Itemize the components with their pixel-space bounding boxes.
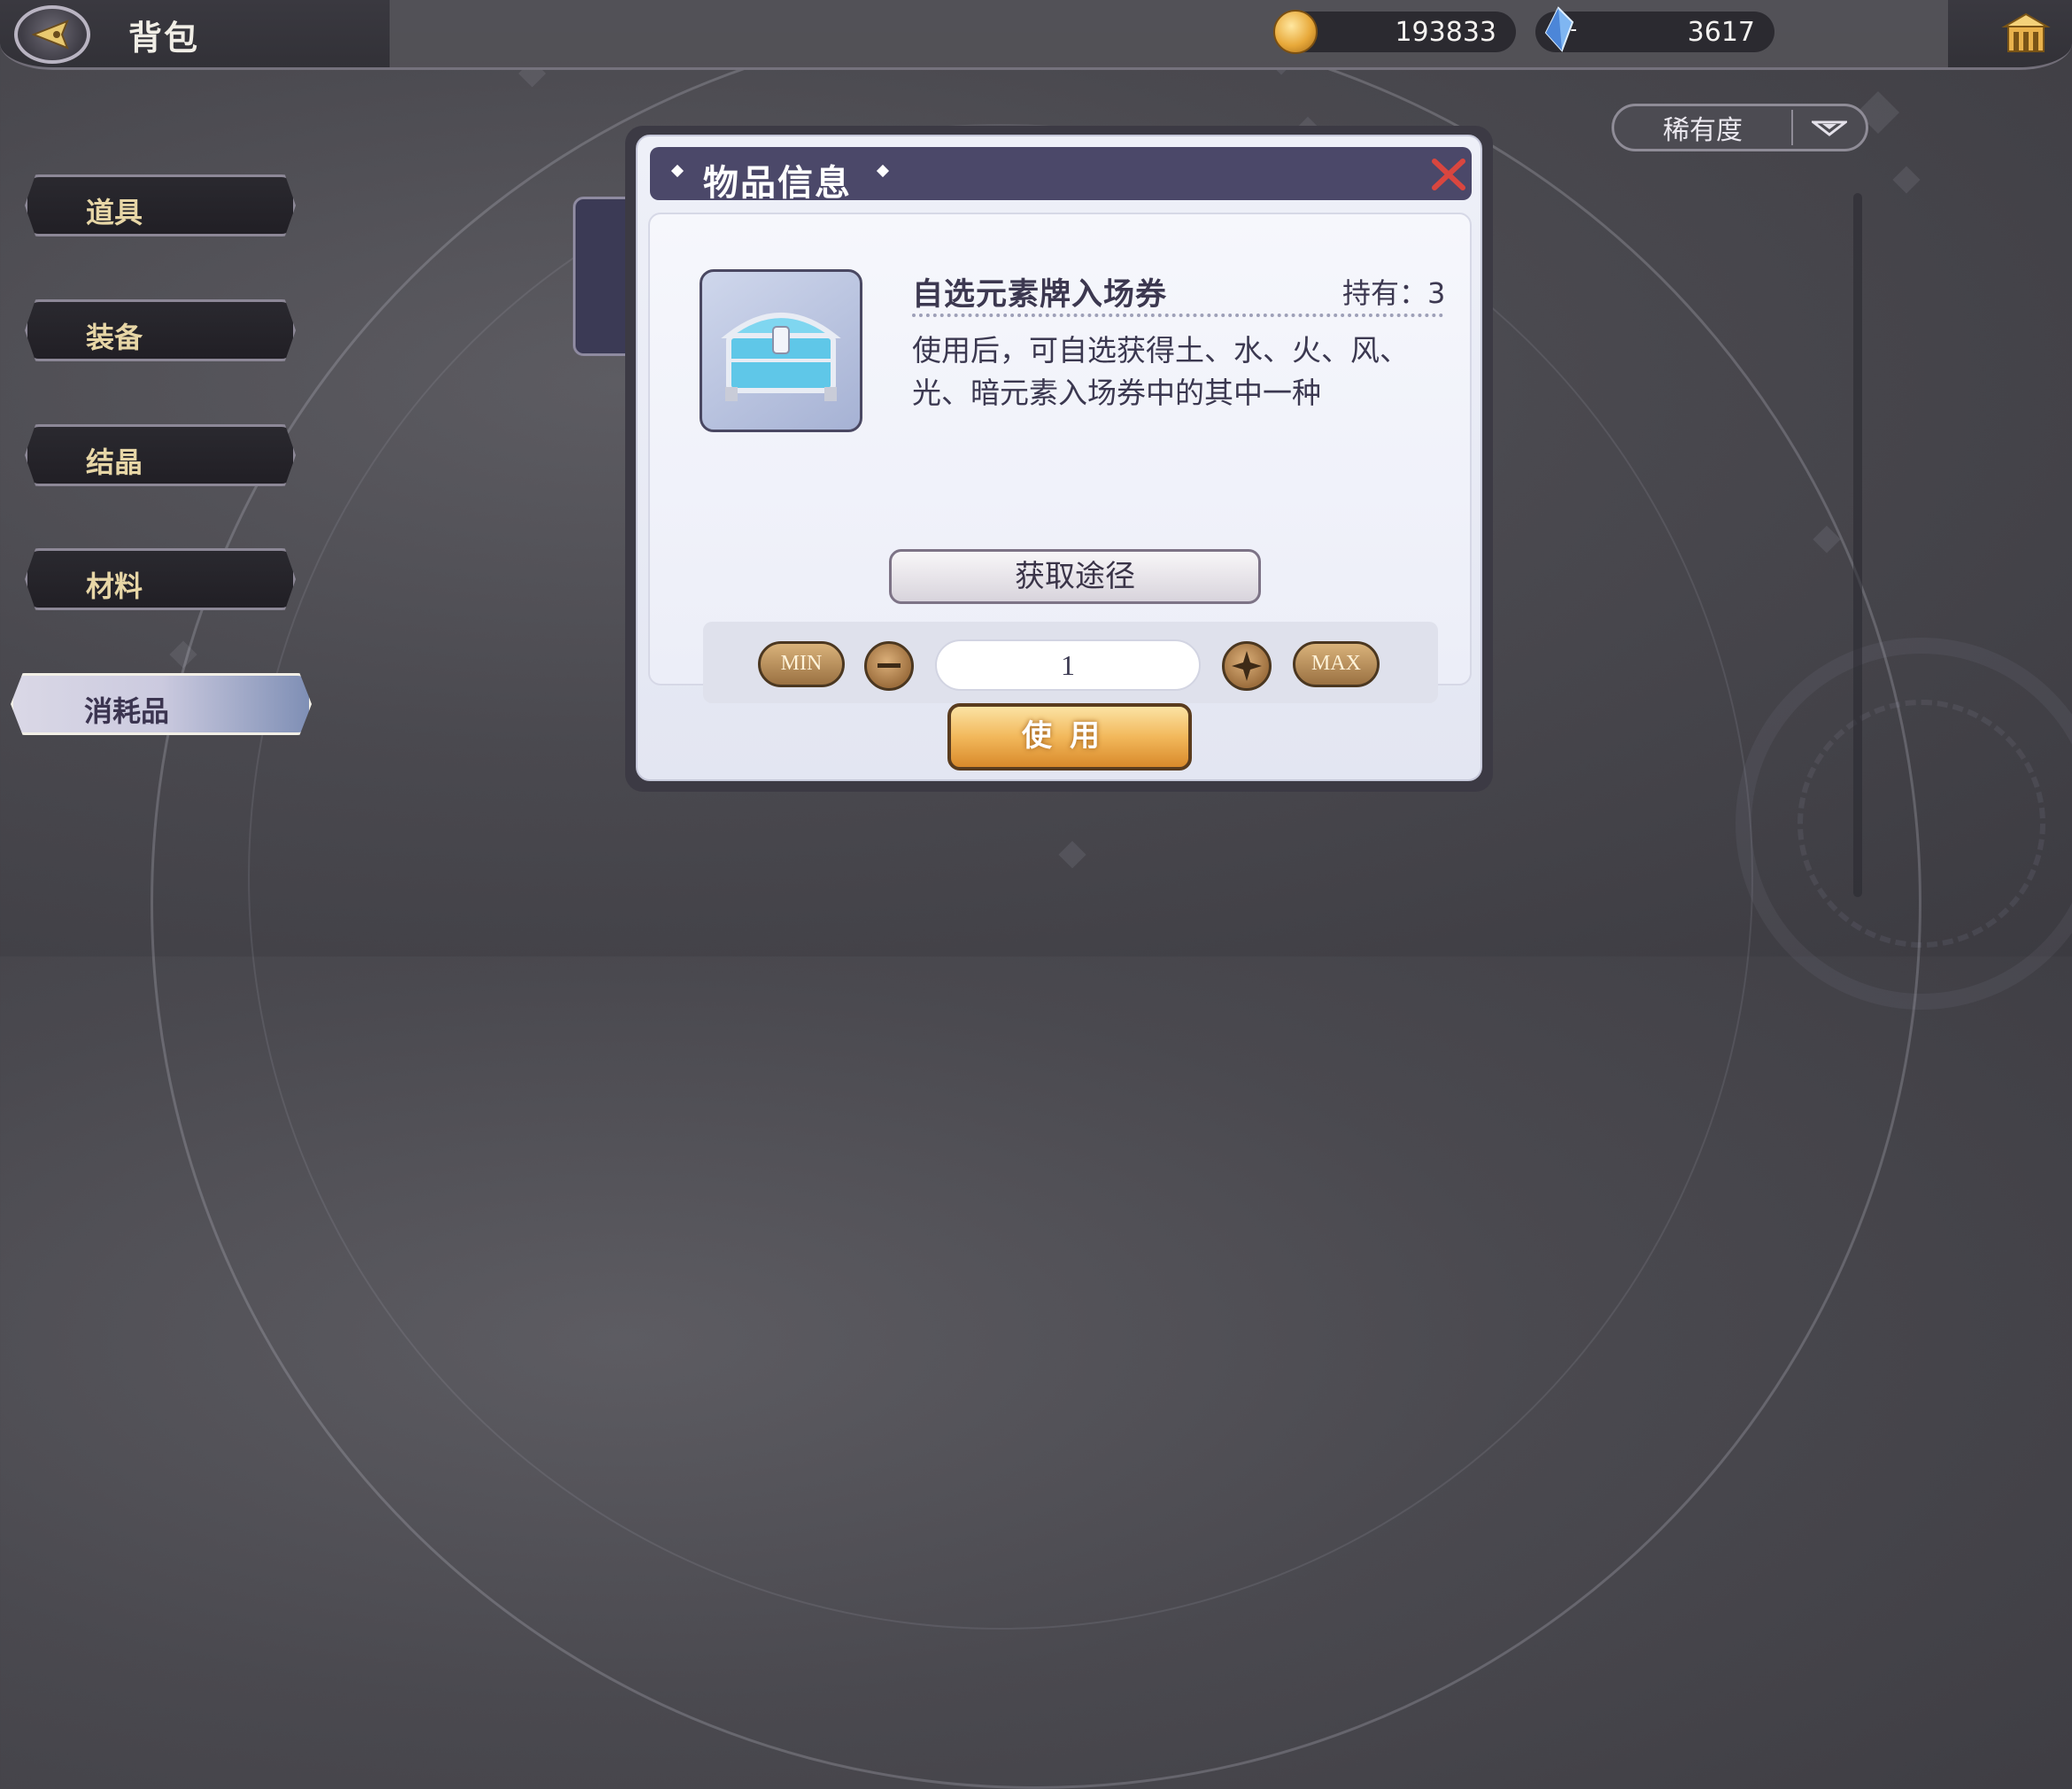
item-icon	[700, 269, 862, 432]
gold-amount: 193833	[1395, 16, 1496, 48]
min-button[interactable]: MIN	[758, 641, 845, 687]
background-diamond	[1892, 166, 1921, 194]
dialog-title: 物品信息	[703, 163, 852, 204]
background-emblem-ring	[1798, 700, 2045, 948]
plus-sparkle-icon	[1232, 651, 1262, 681]
item-name: 自选元素牌入场券	[912, 277, 1168, 313]
star-icon	[876, 164, 890, 178]
dialog-header: 物品信息	[650, 147, 1472, 204]
use-button[interactable]: 使用	[947, 703, 1192, 771]
gem-amount: 3617	[1687, 16, 1755, 48]
gem-counter[interactable]: + 3617	[1535, 6, 1774, 52]
scrollbar[interactable]	[1853, 193, 1862, 897]
item-description: 使用后，可自选获得土、水、火、风、光、暗元素入场券中的其中一种	[912, 333, 1409, 410]
item-detail-panel: 自选元素牌入场券 持有：3 使用后，可自选获得土、水、火、风、光、暗元素入场券中…	[648, 213, 1472, 703]
gold-coin-icon	[1273, 10, 1318, 54]
quantity-input[interactable]: 1	[935, 639, 1201, 691]
tab-equipment-label: 装备	[86, 321, 143, 354]
tab-equipment[interactable]: 装备	[25, 299, 296, 361]
close-icon[interactable]	[1429, 156, 1468, 193]
sort-label: 稀有度	[1663, 115, 1743, 146]
gem-plus-icon: +	[1544, 6, 1576, 52]
tab-consumables[interactable]: 消耗品	[11, 673, 312, 735]
treasure-chest-icon	[721, 313, 841, 401]
back-arrow-icon	[32, 19, 69, 50]
star-icon	[670, 164, 684, 178]
svg-text:+: +	[1569, 19, 1576, 42]
back-button[interactable]	[14, 5, 90, 64]
sort-dropdown[interactable]: 稀有度	[1612, 104, 1868, 151]
minus-icon	[878, 663, 901, 668]
decrement-button[interactable]	[864, 641, 914, 691]
tab-crystals-label: 结晶	[86, 445, 143, 479]
tab-materials-label: 材料	[86, 569, 143, 603]
item-info-dialog: 物品信息 自选元素牌入场券 持有：3 使用后，可自选获得土、水、火、风、光、暗元…	[625, 126, 1493, 792]
tab-consumables-label: 消耗品	[84, 694, 170, 728]
owned-count: 持有：3	[1342, 276, 1446, 310]
tab-crystals[interactable]: 结晶	[25, 424, 296, 486]
page-title: 背包	[128, 19, 200, 58]
gold-counter: 193833	[1273, 10, 1516, 54]
tab-items[interactable]: 道具	[25, 174, 296, 236]
shop-icon[interactable]	[2001, 11, 2051, 57]
increment-button[interactable]	[1222, 641, 1272, 691]
max-button[interactable]: MAX	[1293, 641, 1380, 687]
dialog-body: 物品信息 自选元素牌入场券 持有：3 使用后，可自选获得土、水、火、风、光、暗元…	[636, 135, 1482, 781]
divider	[912, 314, 1443, 317]
acquire-source-button[interactable]: 获取途径	[889, 549, 1261, 604]
sort-toggle[interactable]	[1793, 119, 1866, 136]
tab-materials[interactable]: 材料	[25, 548, 296, 610]
chevron-down-icon	[1812, 120, 1847, 136]
tab-items-label: 道具	[86, 196, 143, 229]
quantity-selector: MIN 1 MAX	[703, 622, 1438, 703]
